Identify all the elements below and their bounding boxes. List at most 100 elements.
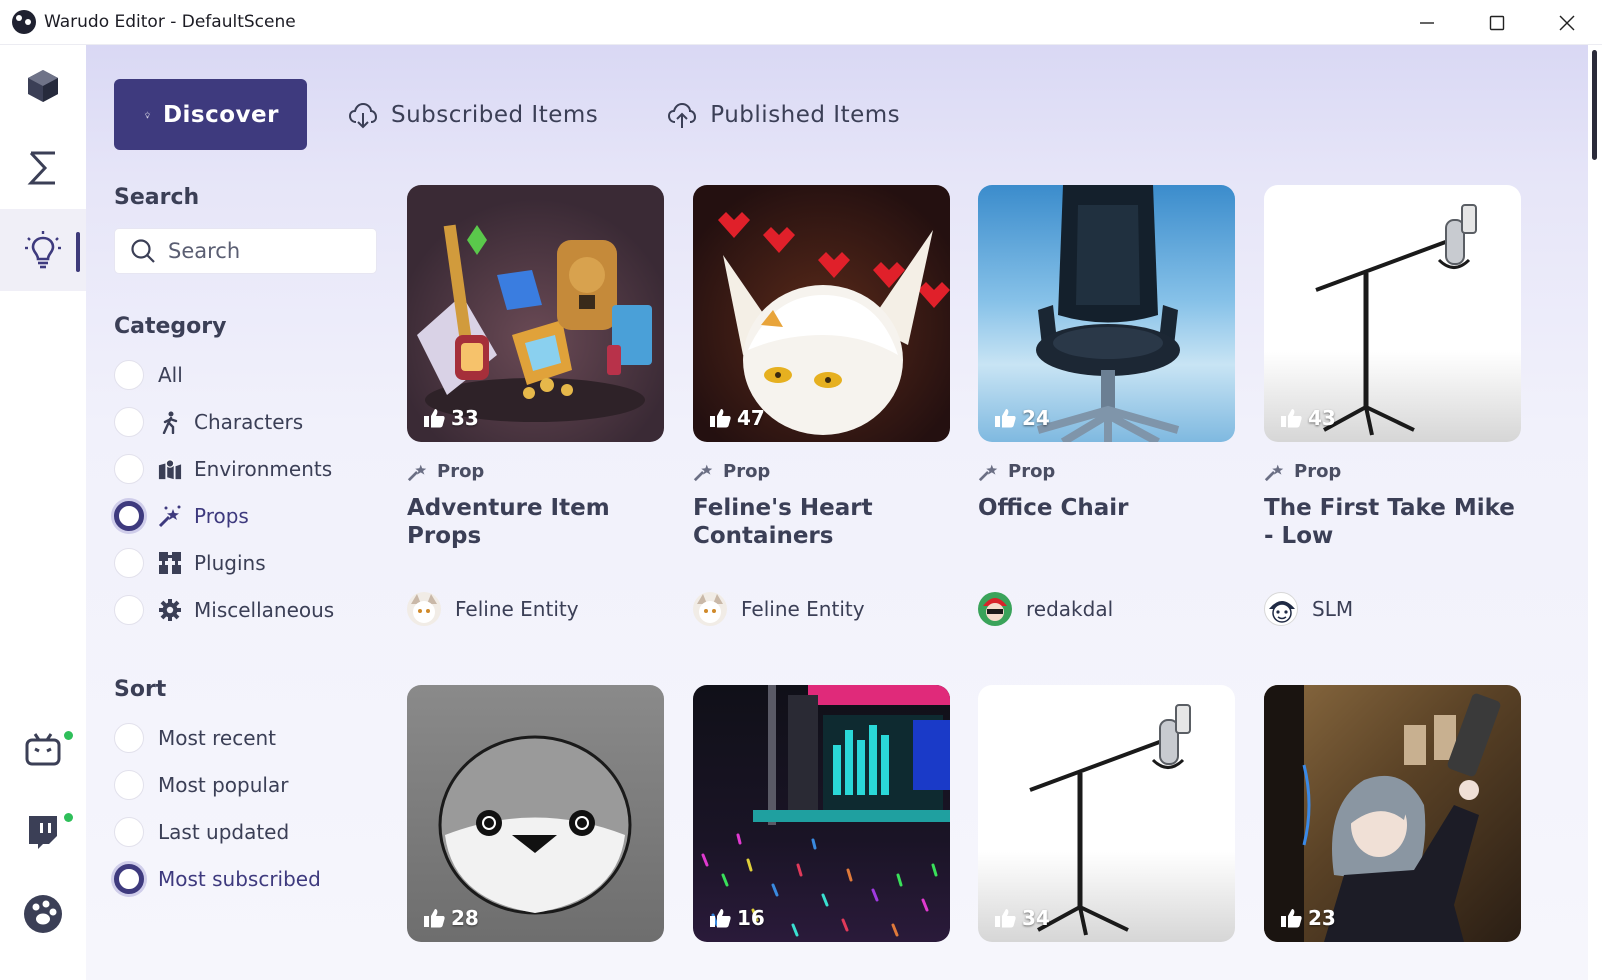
category-option-all[interactable]: All [114,351,384,398]
radio-button[interactable] [114,359,144,390]
item-thumbnail[interactable]: 28 [407,685,664,942]
like-count: 34 [994,906,1050,930]
search-input[interactable] [168,239,368,263]
item-card[interactable]: 16 [693,685,950,942]
item-card[interactable]: 33 Prop Adventure Item Props Feline Enti… [407,185,664,626]
close-icon [1559,15,1575,30]
radio-button[interactable] [114,816,144,847]
item-card[interactable]: 23 [1264,685,1521,942]
rail-bilibili-button[interactable] [0,709,86,791]
rail-blueprints-button[interactable] [0,127,86,209]
scrollbar-thumb[interactable] [1592,50,1597,160]
search-box[interactable] [114,228,377,274]
item-thumbnail[interactable]: 24 [978,185,1235,442]
window-title: Warudo Editor - DefaultScene [44,12,296,32]
tab-subscribed-items[interactable]: Subscribed Items [317,79,626,150]
item-type: Prop [978,460,1235,482]
item-author[interactable]: Feline Entity [407,592,664,626]
option-label: Most subscribed [158,866,321,891]
item-card[interactable]: 47 Prop Feline's Heart Containers Feline… [693,185,950,626]
radio-button[interactable] [114,453,144,484]
person-icon [158,410,182,434]
radio-button[interactable] [114,547,144,578]
twitch-icon [29,816,57,849]
item-thumbnail[interactable]: 43 [1264,185,1521,442]
radio-button-checked[interactable] [114,863,144,894]
rail-settings-button[interactable] [0,873,86,955]
sort-option-most-recent[interactable]: Most recent [114,714,384,761]
option-label: Plugins [194,550,266,575]
character-with-pistol-image [1264,685,1501,942]
magic-wand-icon [693,464,713,482]
scrollbar[interactable] [1588,45,1602,980]
lightbulb-icon [144,111,151,118]
tab-published-items[interactable]: Published Items [636,79,928,150]
radio-button[interactable] [114,769,144,800]
radio-button[interactable] [114,594,144,625]
category-option-plugins[interactable]: Plugins [114,539,384,586]
item-author[interactable]: redakdal [978,592,1235,626]
item-card[interactable]: 24 Prop Office Chair redakdal [978,185,1235,626]
tab-label: Subscribed Items [391,101,599,128]
sort-option-last-updated[interactable]: Last updated [114,808,384,855]
item-author[interactable]: SLM [1264,592,1521,626]
cloud-upload-icon [668,102,697,128]
radio-button-checked[interactable] [114,500,144,531]
item-type: Prop [407,460,664,482]
rail-discover-button[interactable] [0,209,86,291]
item-title[interactable]: Office Chair [978,494,1235,552]
category-option-characters[interactable]: Characters [114,398,384,445]
adventure-props-image [417,224,652,422]
item-title[interactable]: The First Take Mike - Low [1264,494,1521,552]
rail-scene-button[interactable] [0,45,86,127]
category-option-props[interactable]: Props [114,492,384,539]
radio-button[interactable] [114,406,144,437]
cube-icon [28,70,58,102]
item-title[interactable]: Adventure Item Props [407,494,664,552]
puzzle-icon [158,551,182,575]
item-card[interactable]: 43 Prop The First Take Mike - Low SLM [1264,185,1521,626]
category-option-miscellaneous[interactable]: Miscellaneous [114,586,384,633]
item-thumbnail[interactable]: 16 [693,685,950,942]
option-label: Characters [194,409,304,434]
thumbs-up-icon [1281,409,1302,428]
like-count: 47 [709,406,765,430]
like-count: 33 [423,406,479,430]
avatar [978,592,1012,626]
category-option-environments[interactable]: Environments [114,445,384,492]
item-thumbnail[interactable]: 34 [978,685,1235,942]
item-card[interactable]: 28 [407,685,664,942]
option-label: Most recent [158,725,277,750]
online-dot [64,731,73,740]
close-button[interactable] [1532,0,1602,45]
item-card[interactable]: 34 [978,685,1235,942]
thumbs-up-icon [424,409,445,428]
item-title[interactable]: Feline's Heart Containers [693,494,950,552]
penguin-blob-image [438,735,632,915]
thumbs-up-icon [995,409,1016,428]
item-thumbnail[interactable]: 47 [693,185,950,442]
sort-option-most-subscribed[interactable]: Most subscribed [114,855,384,902]
avatar [407,592,441,626]
map-pin-icon [158,457,182,481]
radio-button[interactable] [114,722,144,753]
rail-twitch-button[interactable] [0,791,86,873]
item-thumbnail[interactable]: 23 [1264,685,1521,942]
gear-icon [158,598,182,622]
option-label: Props [194,503,249,528]
sort-option-most-popular[interactable]: Most popular [114,761,384,808]
item-thumbnail[interactable]: 33 [407,185,664,442]
office-chair-image [1036,185,1180,442]
tab-label: Published Items [710,101,901,128]
like-count: 23 [1280,906,1336,930]
thumbs-up-icon [995,909,1016,928]
option-label: Last updated [158,819,290,844]
tab-bar: Discover Subscribed Items Published Item… [114,79,938,150]
minimize-icon [1420,21,1434,24]
maximize-button[interactable] [1462,0,1532,45]
item-author[interactable]: Feline Entity [693,592,950,626]
tab-discover[interactable]: Discover [114,79,307,150]
bilibili-icon [25,733,61,766]
minimize-button[interactable] [1392,0,1462,45]
like-count: 24 [994,406,1050,430]
